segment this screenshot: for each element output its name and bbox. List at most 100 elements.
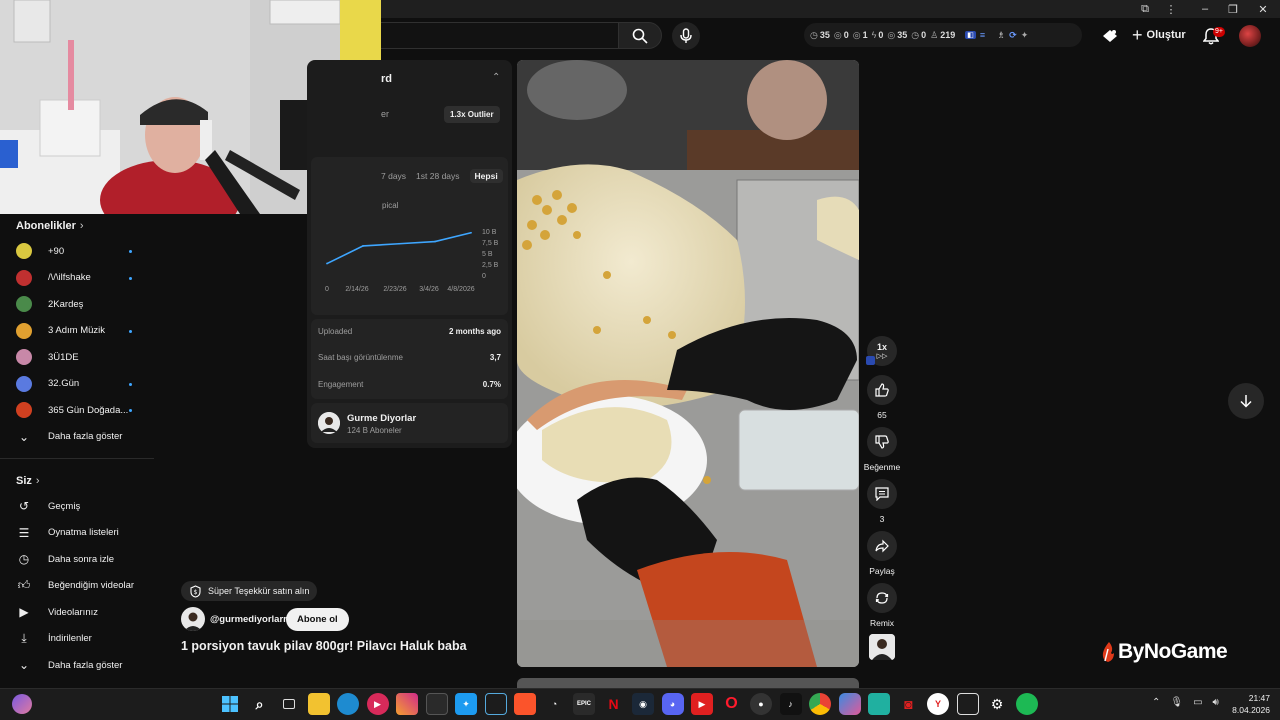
voice-search-button[interactable] [672, 22, 700, 50]
task-view-icon[interactable] [278, 693, 300, 715]
youtube-icon[interactable]: ▶ [691, 693, 713, 715]
settings-icon[interactable]: ⚙ [986, 693, 1008, 715]
github-icon[interactable]: ● [750, 693, 772, 715]
channel-card[interactable]: Gurme Diyorlar 124 B Aboneler [311, 403, 508, 443]
award-icon[interactable]: ♗ [997, 30, 1005, 41]
tab-all[interactable]: Hepsi [469, 169, 503, 183]
app-red-icon[interactable]: ◙ [898, 693, 920, 715]
minimize-button[interactable]: – [1190, 0, 1220, 18]
subscriptions-heading[interactable]: Abonelikler › [0, 214, 154, 238]
super-thanks-button[interactable]: $ Süper Teşekkür satın alın [181, 581, 318, 601]
show-more-you[interactable]: ⌄ Daha fazla göster [0, 652, 154, 679]
sidebar-item-label: Videolarınız [48, 606, 98, 618]
tab-1st-28-days[interactable]: 1st 28 days [416, 171, 459, 181]
discord-icon[interactable]: ◕ [661, 693, 684, 715]
opera-icon[interactable]: O [721, 693, 743, 715]
file-explorer-icon[interactable] [307, 693, 330, 715]
subscription-item[interactable]: 365 Gün Doğada... [0, 397, 154, 424]
ext-icon[interactable]: ⟳ [1009, 30, 1017, 41]
account-avatar[interactable] [1239, 25, 1261, 47]
more-menu-icon[interactable]: ⋮ [1156, 0, 1186, 18]
netflix-icon[interactable]: N [603, 693, 625, 715]
share-button[interactable] [867, 531, 897, 561]
sidebar-item-history[interactable]: ↺ Geçmiş [0, 493, 154, 520]
comments-button[interactable] [867, 479, 897, 509]
weather-widget-icon[interactable] [12, 694, 32, 714]
volume-icon[interactable]: 🔊︎ [1213, 697, 1219, 708]
channel-name: /\/\ilfshake [48, 272, 91, 284]
taskbar-clock[interactable]: 21:47 8.04.2026 [1226, 692, 1270, 716]
sidebar-item-your-videos[interactable]: ▶ Videolarınız [0, 599, 154, 626]
subscription-item[interactable]: 3 Adım Müzik [0, 318, 154, 345]
brave-icon[interactable] [514, 693, 536, 715]
channel-avatar [16, 375, 32, 392]
subscription-item[interactable]: 32.Gün [0, 371, 154, 398]
search-button[interactable] [618, 22, 662, 49]
terminal-icon[interactable] [868, 693, 890, 715]
next-short-button[interactable] [1228, 383, 1264, 419]
sidebar-item-watch-later[interactable]: ◷ Daha sonra izle [0, 546, 154, 573]
sidebar-item-label: Geçmiş [48, 500, 81, 512]
remix-button[interactable] [867, 583, 897, 613]
channel-avatar [16, 322, 32, 339]
window-app-icon[interactable] [956, 693, 979, 715]
data-point [434, 240, 436, 243]
windows-start-icon[interactable] [219, 693, 241, 715]
ext-logo-icon[interactable]: ◧ [965, 31, 976, 39]
edge-icon[interactable] [337, 693, 359, 715]
yandex-icon[interactable]: Y [927, 693, 949, 715]
microphone-icon[interactable]: 🎙︎ [1170, 697, 1183, 708]
tab-7-days[interactable]: 7 days [381, 171, 406, 181]
dislike-button[interactable] [867, 427, 897, 457]
channel-avatar [318, 412, 340, 434]
restore-button[interactable]: ❐ [1218, 0, 1248, 18]
subscription-item[interactable]: +90 [0, 238, 154, 265]
subscription-item[interactable]: /\/\ilfshake [0, 265, 154, 292]
spotify-icon[interactable] [1015, 693, 1038, 715]
speedometer-icon[interactable]: ◔ [544, 693, 566, 715]
next-video-peek[interactable] [517, 678, 859, 688]
create-button[interactable]: + Oluştur [1132, 24, 1186, 46]
chrome-icon[interactable] [809, 693, 831, 715]
sparkle-icon[interactable]: ✦ [1021, 30, 1029, 41]
you-heading[interactable]: Siz › [0, 469, 154, 493]
dislike-label: Beğenme [863, 462, 901, 472]
app-icon[interactable] [484, 693, 507, 715]
channel-avatar[interactable] [181, 607, 205, 631]
clock-icon: ◷ [810, 29, 818, 40]
channel-handle[interactable]: @gurmediyorlarr [210, 614, 287, 625]
extension-stats-bar[interactable]: ◷ 35 ◎ 0 ◎ 1 ϟ0 ◎ 35 ◷ 0 ♙ 219 ◧ ≡ ♗ ⟳ ✦ [804, 23, 1082, 47]
share-label: Paylaş [869, 566, 895, 576]
store-icon[interactable] [425, 693, 448, 715]
sidebar-item-label: Beğendiğim videolar [48, 580, 135, 592]
epic-games-icon[interactable]: EPIC [573, 693, 595, 715]
subscription-item[interactable]: 2Kardeş [0, 291, 154, 318]
sidebar-item-liked-videos[interactable]: 👍︎ Beğendiğim videolar [0, 573, 154, 600]
instagram-icon[interactable] [396, 693, 418, 715]
list-icon[interactable]: ≡ [980, 30, 985, 40]
media-player-icon[interactable]: ▶ [366, 693, 389, 715]
taskbar-apps: ⌕ ▶ ✦ ◔ EPIC N ◉ ◕ ▶ O ● ♪ ◙ Y ⚙ [219, 693, 1038, 715]
tiktok-icon[interactable]: ♪ [779, 693, 802, 715]
ai-create-icon[interactable] [1101, 27, 1119, 45]
twitter-icon[interactable]: ✦ [455, 693, 477, 715]
channel-avatar [16, 296, 32, 313]
display-icon[interactable]: ▭ [1193, 697, 1202, 708]
close-button[interactable]: ✕ [1248, 0, 1278, 18]
collapse-chevron-icon[interactable]: ⌃ [492, 72, 500, 83]
subscription-item[interactable]: 3Ü1DE [0, 344, 154, 371]
steam-icon[interactable]: ◉ [632, 693, 654, 715]
sidebar-item-downloads[interactable]: ⤓ İndirilenler [0, 626, 154, 653]
short-video-player[interactable] [517, 60, 859, 667]
y-tick-label: 7,5 B [482, 240, 499, 247]
sidebar-item-playlists[interactable]: ☰ Oynatma listeleri [0, 520, 154, 547]
search-icon[interactable]: ⌕ [249, 693, 271, 715]
subscribe-button[interactable]: Abone ol [286, 608, 349, 631]
copilot-icon[interactable] [838, 693, 861, 715]
like-button[interactable] [867, 375, 897, 405]
show-more-subscriptions[interactable]: ⌄ Daha fazla göster [0, 424, 154, 451]
tray-overflow-icon[interactable]: ⌃ [1152, 697, 1160, 708]
sound-thumbnail[interactable] [869, 634, 895, 660]
x-tick-label: 2/23/26 [383, 286, 406, 293]
video-title[interactable]: 1 porsiyon tavuk pilav 800gr! Pilavcı Ha… [181, 639, 467, 653]
